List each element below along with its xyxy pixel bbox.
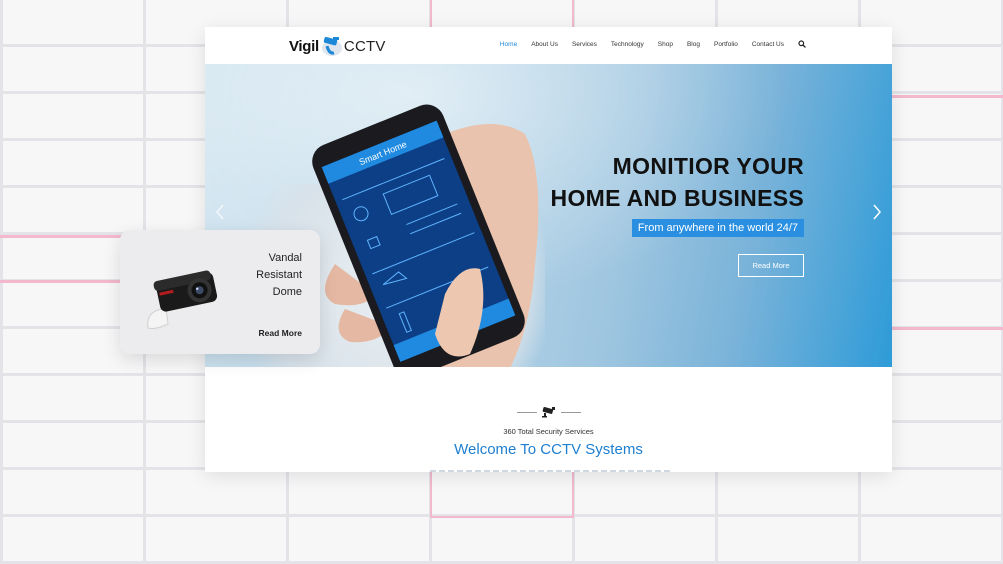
nav-home[interactable]: Home [500,41,517,48]
security-camera-icon [542,406,555,418]
section-tagline: 360 Total Security Services [503,427,594,436]
nav-shop[interactable]: Shop [658,41,673,48]
bg-accent-frame [430,0,574,30]
bg-accent-frame [430,468,574,518]
slider-next-arrow-icon[interactable] [872,204,882,220]
section-divider [517,406,581,418]
hero-title: MONITIOR YOUR HOME AND BUSINESS [551,150,804,214]
hero-title-line2: HOME AND BUSINESS [550,185,804,211]
hero-read-more-button[interactable]: Read More [738,254,804,277]
nav-blog[interactable]: Blog [687,41,700,48]
product-card-title-line2: Resistant [256,269,302,281]
product-card[interactable]: Vandal Resistant Dome Read More [120,230,320,354]
nav-portfolio[interactable]: Portfolio [714,41,738,48]
nav-contact-us[interactable]: Contact Us [752,41,784,48]
faint-paragraph-text [430,470,670,472]
hero-title-line1: MONITIOR YOUR [612,153,804,179]
smartphone-hand-image: Smart Home [312,104,539,367]
security-camera-image [147,270,218,329]
search-icon[interactable] [798,40,806,48]
bg-accent-bar [892,95,1003,98]
logo-text-cctv: CCTV [343,37,386,55]
main-menu: Home About Us Services Technology Shop B… [486,40,806,48]
product-card-read-more-link[interactable]: Read More [259,328,302,338]
product-card-title-line1: Vandal [268,252,302,264]
hero-subtitle: From anywhere in the world 24/7 [631,219,804,237]
nav-technology[interactable]: Technology [611,41,644,48]
nav-services[interactable]: Services [572,41,597,48]
product-card-title-line3: Dome [272,286,302,298]
bg-accent-bar [892,327,1003,330]
divider-line [561,411,581,413]
navbar: Vigil CCTV Home About Us Services Techno… [205,27,892,64]
slider-prev-arrow-icon[interactable] [215,204,225,220]
logo[interactable]: Vigil CCTV [289,34,386,58]
camera-logo-icon [321,36,342,56]
divider-line [517,411,537,413]
logo-text-vigil: Vigil [289,37,319,55]
section-heading: Welcome To CCTV Systems [454,441,643,458]
product-card-title: Vandal Resistant Dome [256,250,302,301]
nav-about-us[interactable]: About Us [531,41,558,48]
